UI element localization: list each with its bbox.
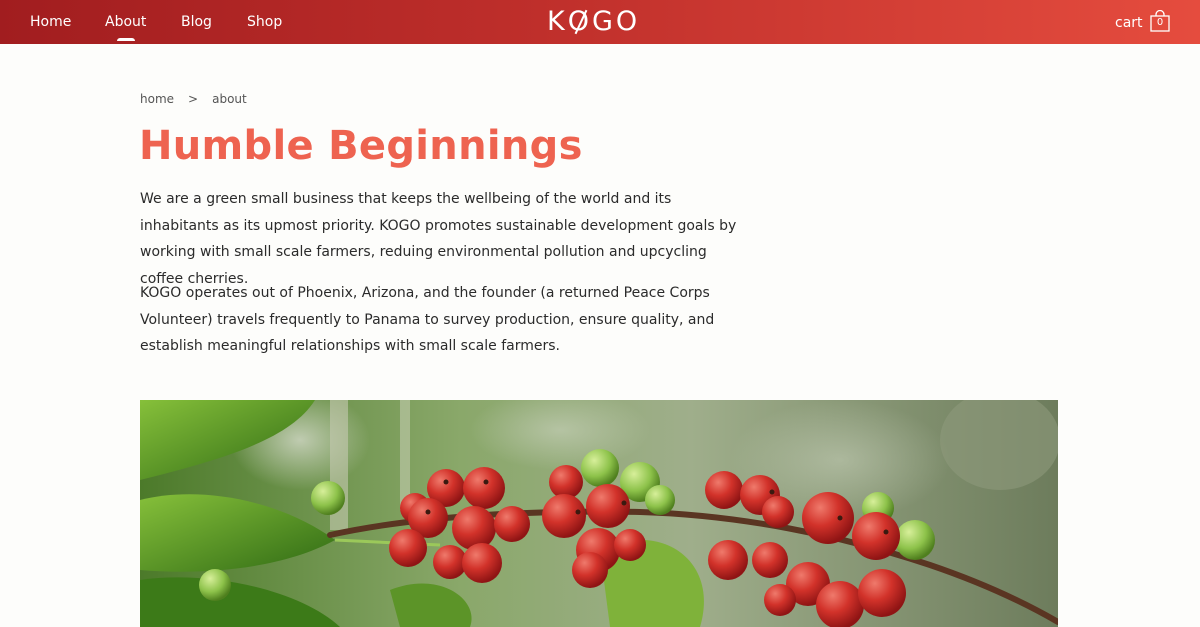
breadcrumb-current: about [212, 92, 247, 106]
breadcrumb-separator: > [188, 92, 199, 106]
founder-paragraph: KOGO operates out of Phoenix, Arizona, a… [140, 285, 715, 354]
cart-count-badge: 0 [1156, 17, 1164, 28]
shopping-bag-icon: 0 [1150, 9, 1170, 32]
coffee-cherries-illustration [140, 400, 1058, 627]
nav-home-link[interactable]: Home [30, 13, 71, 31]
intro-paragraph: We are a green small business that keeps… [140, 191, 737, 287]
nav-blog-link[interactable]: Blog [181, 13, 212, 31]
coffee-cherries-hero-image [140, 400, 1058, 627]
breadcrumb-home-link[interactable]: home [140, 92, 174, 106]
top-navigation: Home About Blog Shop KOGO cart 0 [0, 0, 1200, 44]
page-title: Humble Beginnings [139, 123, 583, 169]
kogo-logo[interactable]: KOGO [547, 6, 640, 38]
nav-shop-link[interactable]: Shop [247, 13, 282, 31]
nav-about-link[interactable]: About [105, 13, 146, 41]
cart-label: cart [1115, 15, 1143, 31]
breadcrumb: home > about [140, 91, 247, 107]
